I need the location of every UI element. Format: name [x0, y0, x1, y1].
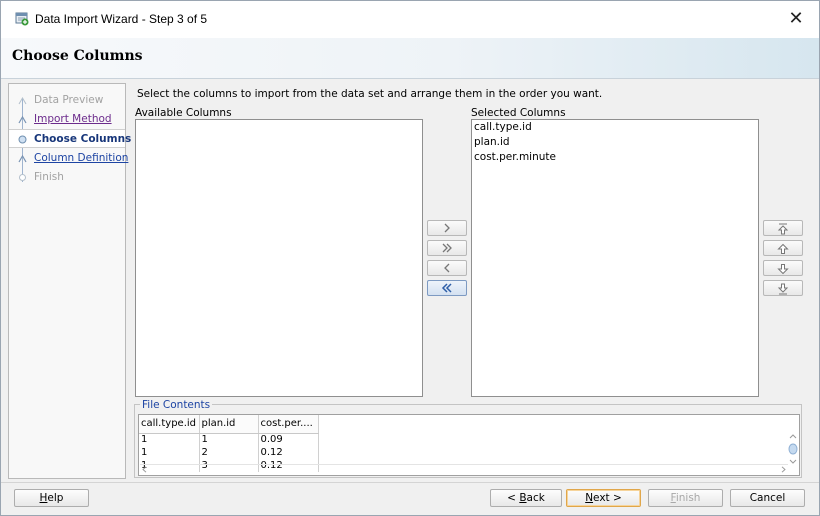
double-chevron-right-icon: [442, 243, 452, 253]
available-columns-list[interactable]: [135, 119, 423, 397]
step-label[interactable]: Import Method: [34, 113, 112, 125]
arrow-to-bottom-icon: [777, 283, 789, 295]
table-cell: 1: [139, 433, 200, 446]
step-disabled-icon: [18, 97, 27, 105]
app-icon: [15, 12, 29, 26]
arrow-to-top-icon: [777, 223, 789, 235]
selected-columns-list[interactable]: call.type.id plan.id cost.per.minute: [471, 119, 759, 397]
footer-divider: [1, 482, 819, 483]
wizard-steps-nav: Data Preview Import Method Choose Column…: [8, 83, 131, 479]
arrow-up-icon: [777, 243, 789, 254]
list-item[interactable]: plan.id: [472, 135, 758, 150]
selected-columns-label: Selected Columns: [471, 107, 566, 119]
table-row: 1 1 0.09: [139, 433, 319, 446]
window-title: Data Import Wizard - Step 3 of 5: [35, 12, 208, 26]
move-up-button[interactable]: [763, 240, 803, 256]
move-left-button[interactable]: [427, 260, 467, 276]
step-data-preview: Data Preview: [9, 91, 125, 110]
help-button[interactable]: Help: [14, 489, 89, 507]
close-icon[interactable]: ✕: [781, 5, 811, 33]
finish-button[interactable]: Finish: [648, 489, 723, 507]
back-mnemonic: B: [519, 492, 527, 504]
page-header: Choose Columns: [1, 38, 819, 79]
list-item[interactable]: cost.per.minute: [472, 150, 758, 165]
step-finish-icon: [19, 174, 26, 181]
step-label: Finish: [34, 171, 64, 183]
horizontal-scrollbar[interactable]: [140, 464, 788, 474]
step-label: Choose Columns: [34, 133, 132, 145]
next-mnemonic: N: [585, 492, 594, 504]
column-header: cost.per....: [258, 415, 319, 434]
move-top-button[interactable]: [763, 220, 803, 236]
single-chevron-left-icon: [444, 263, 450, 273]
step-import-method[interactable]: Import Method: [9, 110, 125, 129]
step-upcoming-icon: [18, 154, 27, 163]
next-label-rest: ext >: [593, 492, 622, 504]
table-cell: 0.12: [258, 446, 319, 459]
back-prefix: <: [507, 492, 520, 504]
file-contents-preview[interactable]: call.type.id plan.id cost.per.... 1 1 0.…: [138, 414, 800, 476]
help-label-rest: elp: [47, 492, 64, 504]
step-label[interactable]: Column Definition: [34, 152, 128, 164]
table-row: 1 2 0.12: [139, 446, 319, 459]
next-button[interactable]: Next >: [566, 489, 641, 507]
table-cell: 1: [139, 446, 200, 459]
move-right-button[interactable]: [427, 220, 467, 236]
wizard-window: Data Import Wizard - Step 3 of 5 ✕ Choos…: [0, 0, 820, 516]
table-cell: 2: [199, 446, 259, 459]
finish-label-rest: inish: [675, 492, 701, 504]
table-cell: 0.09: [258, 433, 319, 446]
back-label-rest: ack: [526, 492, 545, 504]
step-current-icon: [18, 135, 27, 144]
available-columns-label: Available Columns: [135, 107, 232, 119]
double-chevron-left-icon: [441, 283, 452, 293]
column-header: plan.id: [199, 415, 259, 434]
step-label: Data Preview: [34, 94, 104, 106]
column-header: call.type.id: [139, 415, 200, 434]
step-column-definition[interactable]: Column Definition: [9, 149, 128, 168]
single-chevron-right-icon: [444, 223, 450, 233]
cancel-button[interactable]: Cancel: [730, 489, 805, 507]
arrow-down-icon: [777, 264, 789, 275]
table-cell: 1: [199, 433, 259, 446]
file-contents-legend: File Contents: [140, 399, 213, 411]
move-down-button[interactable]: [763, 260, 803, 276]
instructions-text: Select the columns to import from the da…: [137, 88, 603, 100]
page-title: Choose Columns: [12, 48, 143, 64]
step-choose-columns: Choose Columns: [9, 129, 131, 148]
vertical-scrollbar[interactable]: [788, 433, 798, 465]
step-visited-icon: [18, 115, 27, 124]
back-button[interactable]: < Back: [490, 489, 562, 507]
table-header-row: call.type.id plan.id cost.per....: [139, 415, 319, 434]
move-bottom-button[interactable]: [763, 280, 803, 296]
list-item[interactable]: call.type.id: [472, 120, 758, 135]
step-finish: Finish: [9, 168, 125, 187]
title-bar: Data Import Wizard - Step 3 of 5 ✕: [1, 1, 819, 38]
move-all-right-button[interactable]: [427, 240, 467, 256]
move-all-left-button[interactable]: [427, 280, 467, 296]
